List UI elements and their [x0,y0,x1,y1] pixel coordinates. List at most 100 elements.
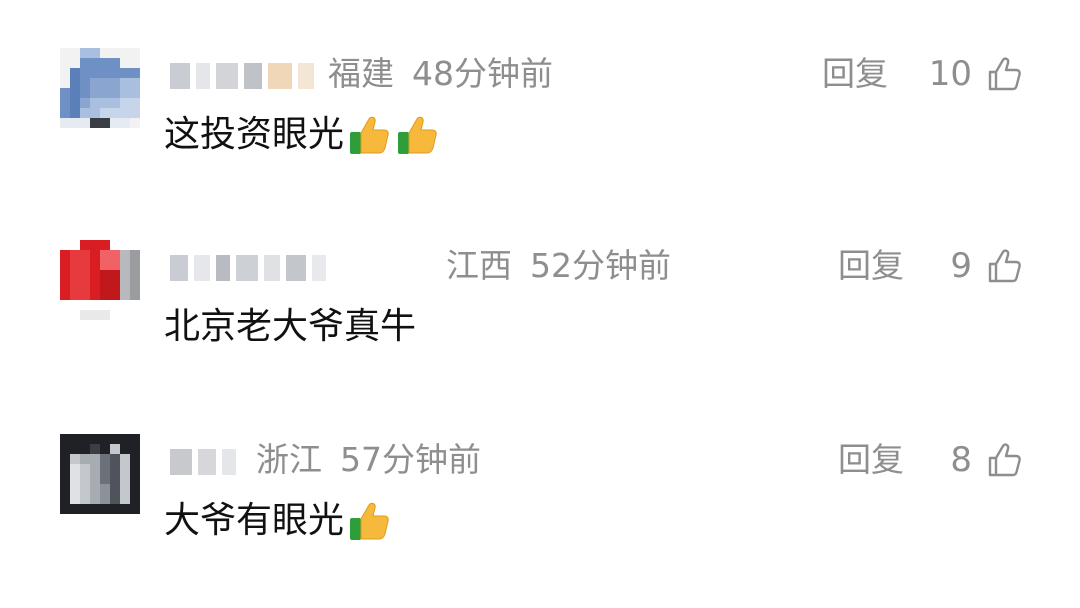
avatar-pixel [90,250,100,260]
comment-text: 大爷有眼光 [164,496,392,546]
avatar[interactable] [60,48,140,128]
avatar-pixel [60,78,70,88]
avatar-pixel [70,118,80,128]
avatar-pixel [60,48,70,58]
avatar-pixel [80,310,90,320]
username-blurred[interactable] [170,442,236,482]
avatar-pixel [120,118,130,128]
avatar-pixel [60,454,70,464]
avatar-pixel [100,474,110,484]
avatar-pixel [110,454,120,464]
location-label: 福建 [328,54,394,93]
avatar-pixel [130,240,140,250]
avatar-pixel [90,260,100,270]
avatar-pixel [70,290,80,300]
avatar-pixel [120,464,130,474]
avatar-pixel [90,88,100,98]
avatar-pixel [70,484,80,494]
avatar-pixel [90,300,100,310]
avatar-pixel [80,290,90,300]
avatar-pixel [130,310,140,320]
avatar-pixel [100,504,110,514]
avatar-pixel [90,78,100,88]
avatar-pixel [120,270,130,280]
avatar-pixel [60,118,70,128]
avatar-pixel [60,504,70,514]
avatar-pixel [80,250,90,260]
avatar[interactable] [60,434,140,514]
avatar-pixel [110,280,120,290]
avatar-pixel [100,240,110,250]
thumbs-up-outline-icon [984,440,1024,480]
avatar-pixel [110,300,120,310]
avatar-pixel [130,88,140,98]
avatar-pixel [90,68,100,78]
comment-item: 浙江 57分钟前 回复 8 大爷有眼光 [0,434,1080,604]
avatar-pixel [60,464,70,474]
like-button[interactable]: 8 [950,438,1024,482]
timestamp: 48分钟前 [412,54,553,93]
avatar-pixel [120,454,130,464]
like-count: 9 [950,246,972,286]
avatar-pixel [110,78,120,88]
avatar-pixel [60,98,70,108]
avatar-pixel [110,444,120,454]
avatar-pixel [130,444,140,454]
avatar-pixel [80,108,90,118]
avatar-pixel [130,464,140,474]
avatar[interactable] [60,240,140,320]
avatar-pixel [110,260,120,270]
username-blurred[interactable] [170,248,326,288]
avatar-pixel [80,98,90,108]
avatar-pixel [90,504,100,514]
comment-item: 江西 52分钟前 回复 9 北京老大爷真牛 [0,240,1080,410]
thumbs-up-outline-icon [984,54,1024,94]
username-blurred[interactable] [170,56,314,96]
like-count: 10 [928,54,972,94]
avatar-pixel [60,88,70,98]
avatar-pixel [70,270,80,280]
avatar-pixel [120,78,130,88]
avatar-pixel [100,78,110,88]
avatar-pixel [100,68,110,78]
avatar-pixel [100,270,110,280]
avatar-pixel [90,58,100,68]
avatar-pixel [80,474,90,484]
avatar-pixel [90,494,100,504]
avatar-pixel [110,484,120,494]
avatar-pixel [100,280,110,290]
avatar-pixel [130,300,140,310]
avatar-pixel [130,68,140,78]
reply-button[interactable]: 回复 [838,438,904,482]
avatar-pixel [130,484,140,494]
avatar-pixel [80,444,90,454]
comment-meta: 浙江 57分钟前 [256,438,481,482]
avatar-pixel [90,444,100,454]
avatar-pixel [110,118,120,128]
avatar-pixel [90,240,100,250]
reply-button[interactable]: 回复 [822,52,888,96]
avatar-pixel [70,300,80,310]
like-button[interactable]: 10 [929,52,1024,96]
avatar-pixel [100,250,110,260]
avatar-pixel [100,464,110,474]
avatar-pixel [80,58,90,68]
avatar-pixel [70,434,80,444]
avatar-pixel [130,454,140,464]
avatar-pixel [70,310,80,320]
avatar-pixel [80,88,90,98]
avatar-pixel [80,240,90,250]
reply-button[interactable]: 回复 [838,244,904,288]
comment-meta: 福建 48分钟前 [328,52,553,96]
avatar-pixel [90,310,100,320]
avatar-pixel [70,68,80,78]
avatar-pixel [110,474,120,484]
avatar-pixel [100,454,110,464]
avatar-pixel [110,494,120,504]
avatar-pixel [70,504,80,514]
avatar-pixel [120,310,130,320]
like-button[interactable]: 9 [950,244,1024,288]
avatar-pixel [60,310,70,320]
avatar-pixel [70,454,80,464]
avatar-pixel [60,270,70,280]
